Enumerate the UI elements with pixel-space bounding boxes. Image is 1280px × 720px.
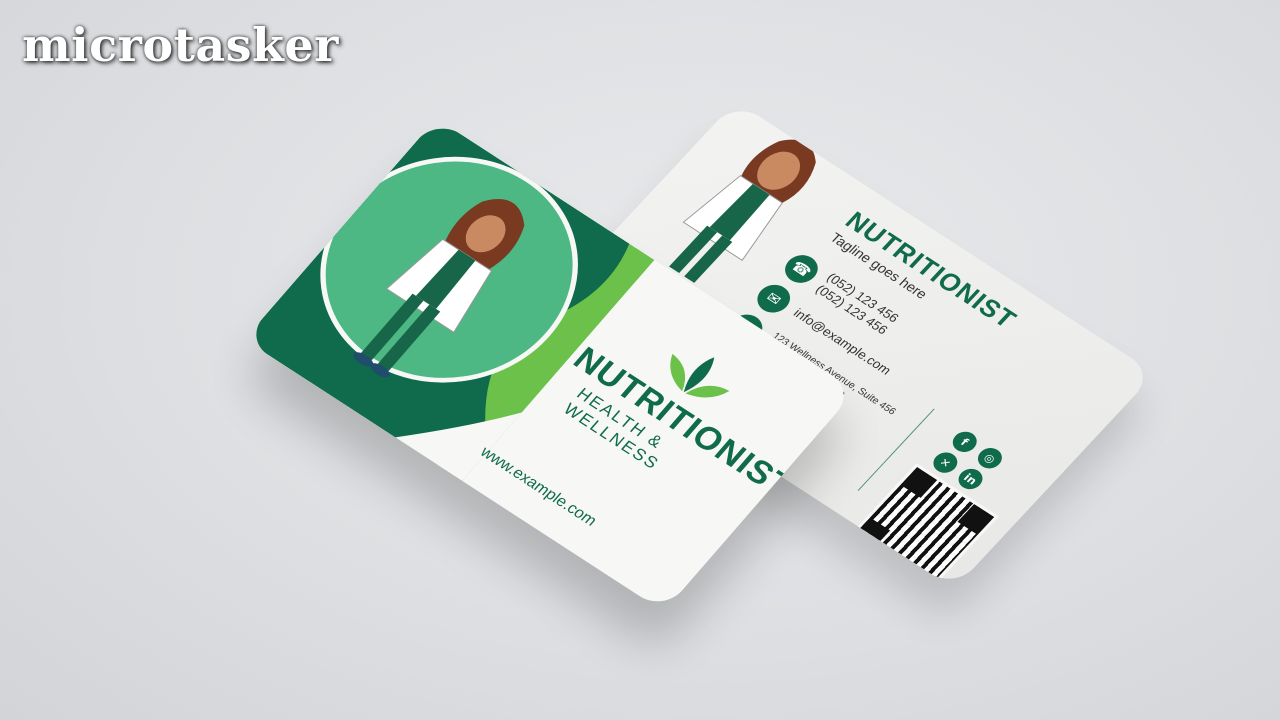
- phone-icon: ☎: [778, 249, 825, 289]
- website-text: www.example.com: [476, 443, 600, 530]
- mail-icon: ✉: [750, 279, 797, 319]
- instagram-icon: ◎: [973, 444, 1007, 473]
- watermark-text: microtasker: [22, 18, 339, 72]
- linkedin-icon: in: [953, 464, 988, 494]
- facebook-icon: f: [947, 427, 982, 457]
- x-icon: ✕: [928, 448, 963, 477]
